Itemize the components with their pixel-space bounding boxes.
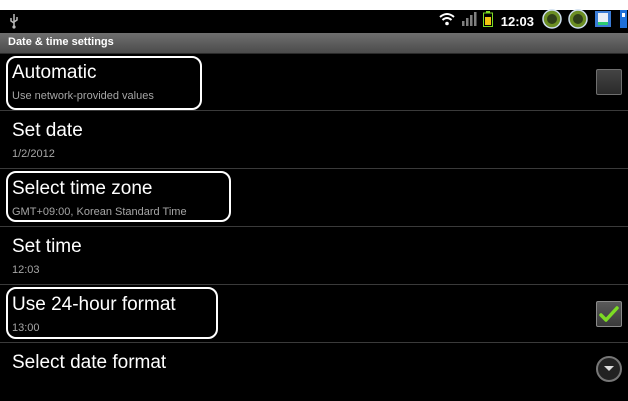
app-icon-1 — [542, 9, 562, 34]
setting-title: Set date — [12, 120, 83, 141]
automatic-checkbox[interactable] — [596, 69, 622, 95]
page-title: Date & time settings — [8, 36, 114, 48]
settings-list: Automatic Use network-provided values Se… — [0, 54, 628, 401]
setting-title: Set time — [12, 236, 82, 257]
setting-title: Select date format — [12, 352, 167, 373]
status-bar: 12:03 — [0, 9, 628, 34]
highlight-24-hour — [6, 287, 218, 339]
24-hour-checkbox[interactable] — [596, 301, 622, 327]
setting-subtitle: 1/2/2012 — [12, 148, 55, 160]
setting-subtitle: 12:03 — [12, 264, 40, 276]
highlight-time-zone — [6, 171, 231, 222]
status-time: 12:03 — [500, 14, 534, 29]
top-strip — [0, 0, 628, 10]
setting-select-date-format[interactable]: Select date format — [0, 344, 628, 401]
setting-set-date[interactable]: Set date 1/2/2012 — [0, 112, 628, 169]
setting-set-time[interactable]: Set time 12:03 — [0, 228, 628, 285]
battery-icon — [482, 11, 493, 32]
signal-icon — [461, 12, 477, 31]
title-bar: Date & time settings — [0, 33, 628, 54]
chevron-down-icon — [604, 366, 614, 371]
wifi-icon — [439, 12, 455, 31]
date-format-dropdown[interactable] — [596, 356, 622, 382]
app-icon-2 — [568, 9, 588, 34]
highlight-automatic — [6, 56, 202, 110]
checkmark-icon — [599, 306, 619, 322]
notification-icon — [618, 10, 628, 33]
app-icon-3 — [594, 10, 612, 33]
usb-icon — [8, 13, 20, 32]
